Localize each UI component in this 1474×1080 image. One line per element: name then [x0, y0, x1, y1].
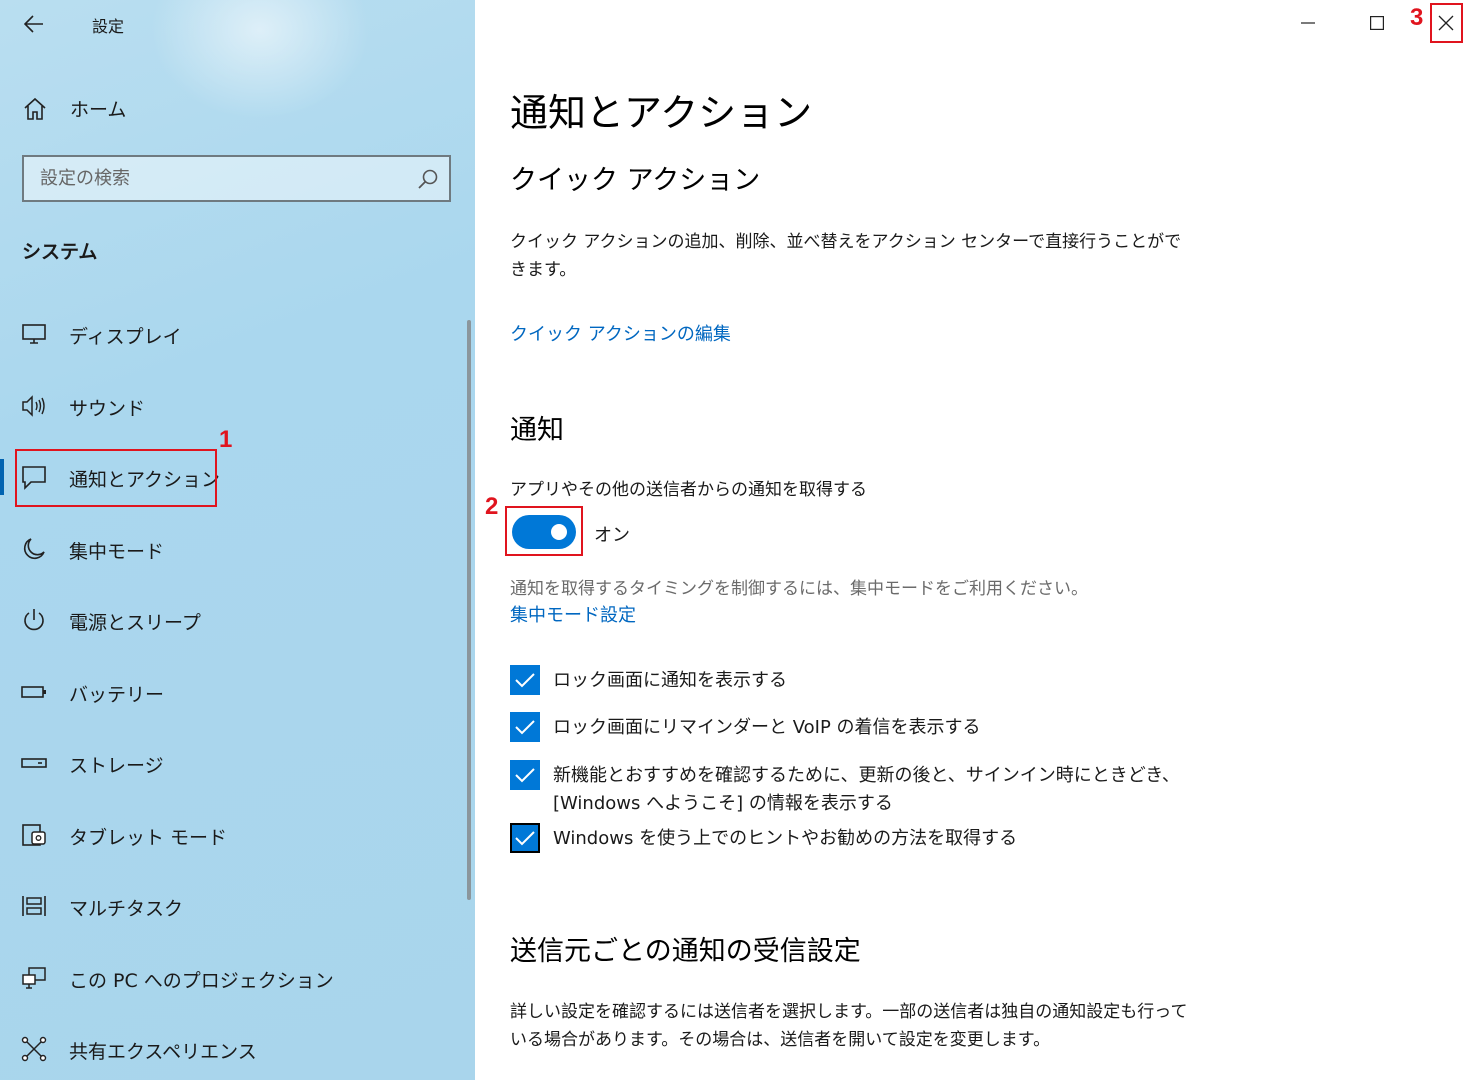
- sidebar-item-label: 通知とアクション: [69, 469, 221, 491]
- checkbox[interactable]: [510, 712, 540, 742]
- sidebar-item-sound[interactable]: サウンド: [0, 378, 465, 434]
- checkmark-icon: [515, 720, 535, 735]
- back-button[interactable]: [14, 6, 54, 42]
- sidebar-item-focus-assist[interactable]: 集中モード: [0, 521, 465, 577]
- per-sender-description: 詳しい設定を確認するには送信者を選択します。一部の送信者は独自の通知設定も行って…: [510, 1002, 1188, 1050]
- sidebar-item-storage[interactable]: ストレージ: [0, 735, 465, 791]
- search-icon: [418, 169, 438, 189]
- sidebar-item-label: ディスプレイ: [69, 326, 182, 348]
- multitask-icon: [22, 896, 46, 916]
- storage-icon: [21, 758, 47, 768]
- maximize-icon: [1370, 16, 1384, 30]
- sidebar-item-label: サウンド: [69, 398, 146, 420]
- moon-icon: [23, 538, 45, 560]
- sidebar-item-tablet-mode[interactable]: タブレット モード: [0, 807, 465, 863]
- toggle-knob: [551, 524, 567, 540]
- annotation-number-1: 1: [219, 426, 233, 453]
- power-icon: [24, 609, 44, 631]
- display-icon: [22, 324, 46, 344]
- checkbox-label: Windows を使う上でのヒントやお勧めの方法を取得する: [553, 828, 1018, 849]
- page-title: 通知とアクション: [510, 91, 813, 135]
- sidebar-item-notifications[interactable]: 通知とアクション: [0, 449, 465, 505]
- notification-icon: [22, 466, 46, 490]
- speaker-icon: [22, 395, 45, 417]
- sidebar-item-multitasking[interactable]: マルチタスク: [0, 878, 465, 934]
- checkmark-icon: [515, 768, 535, 783]
- shared-experience-icon: [21, 1036, 47, 1062]
- app-title: 設定: [92, 17, 125, 36]
- maximize-button[interactable]: [1354, 0, 1400, 46]
- sidebar-item-label: 集中モード: [69, 541, 165, 563]
- quick-actions-heading: クイック アクション: [510, 165, 761, 196]
- search-box[interactable]: [22, 155, 451, 202]
- checkbox-label: 新機能とおすすめを確認するために、更新の後と、サインイン時にときどき、: [553, 765, 1180, 786]
- sidebar-item-home-label: ホーム: [70, 98, 127, 121]
- notifications-toggle-label: アプリやその他の送信者からの通知を取得する: [510, 480, 867, 500]
- home-icon: [24, 97, 46, 120]
- minimize-button[interactable]: [1285, 0, 1331, 46]
- sidebar-scrollbar[interactable]: [467, 320, 471, 900]
- checkmark-icon: [515, 673, 535, 688]
- sidebar-item-label: マルチタスク: [69, 898, 184, 920]
- sidebar-item-label: タブレット モード: [69, 827, 228, 849]
- sidebar-item-label: この PC へのプロジェクション: [69, 970, 334, 992]
- sidebar-item-label: バッテリー: [69, 684, 165, 706]
- checkmark-icon: [515, 831, 535, 846]
- sidebar-item-projection[interactable]: この PC へのプロジェクション: [0, 950, 465, 1006]
- checkbox[interactable]: [510, 760, 540, 790]
- toggle-state-label: オン: [594, 525, 630, 546]
- sidebar-item-shared-experiences[interactable]: 共有エクスペリエンス: [0, 1021, 465, 1077]
- main-content: 3 通知とアクション クイック アクション クイック アクションの追加、削除、並…: [475, 0, 1474, 1080]
- sidebar-item-label: 電源とスリープ: [69, 612, 201, 634]
- per-sender-heading: 送信元ごとの通知の受信設定: [510, 936, 861, 967]
- focus-assist-settings-link[interactable]: 集中モード設定: [510, 601, 636, 627]
- close-button[interactable]: [1423, 0, 1469, 46]
- section-title: システム: [22, 241, 98, 263]
- notifications-toggle[interactable]: [512, 515, 576, 549]
- checkbox[interactable]: [510, 665, 540, 695]
- sidebar-item-label: ストレージ: [69, 755, 164, 777]
- focus-assist-hint: 通知を取得するタイミングを制御するには、集中モードをご利用ください。: [510, 579, 1088, 599]
- search-input[interactable]: [40, 168, 400, 189]
- projection-icon: [22, 967, 46, 989]
- tablet-mode-icon: [22, 824, 46, 846]
- sidebar-item-home[interactable]: ホーム: [0, 86, 475, 130]
- sidebar-item-label: 共有エクスペリエンス: [69, 1041, 257, 1063]
- sidebar-item-display[interactable]: ディスプレイ: [0, 306, 465, 362]
- battery-icon: [21, 686, 46, 698]
- notifications-heading: 通知: [510, 415, 564, 446]
- checkbox[interactable]: [510, 823, 540, 853]
- sidebar-item-battery[interactable]: バッテリー: [0, 664, 465, 720]
- quick-actions-description: クイック アクションの追加、削除、並べ替えをアクション センターで直接行うことが…: [510, 232, 1182, 280]
- annotation-number-3: 3: [1410, 4, 1424, 31]
- checkbox-label: ロック画面に通知を表示する: [553, 670, 787, 691]
- sidebar: 設定 ホーム システム ディスプレイ サウンド 通知とアクシ: [0, 0, 475, 1080]
- active-indicator: [0, 459, 4, 495]
- minimize-icon: [1301, 22, 1315, 24]
- edit-quick-actions-link[interactable]: クイック アクションの編集: [510, 320, 731, 346]
- checkbox-label: ロック画面にリマインダーと VoIP の着信を表示する: [553, 717, 981, 738]
- annotation-number-2: 2: [485, 493, 499, 520]
- checkbox-label-line2: [Windows へようこそ] の情報を表示する: [553, 793, 893, 814]
- back-arrow-icon: [24, 15, 43, 33]
- sidebar-item-power[interactable]: 電源とスリープ: [0, 592, 465, 648]
- close-icon: [1438, 15, 1454, 31]
